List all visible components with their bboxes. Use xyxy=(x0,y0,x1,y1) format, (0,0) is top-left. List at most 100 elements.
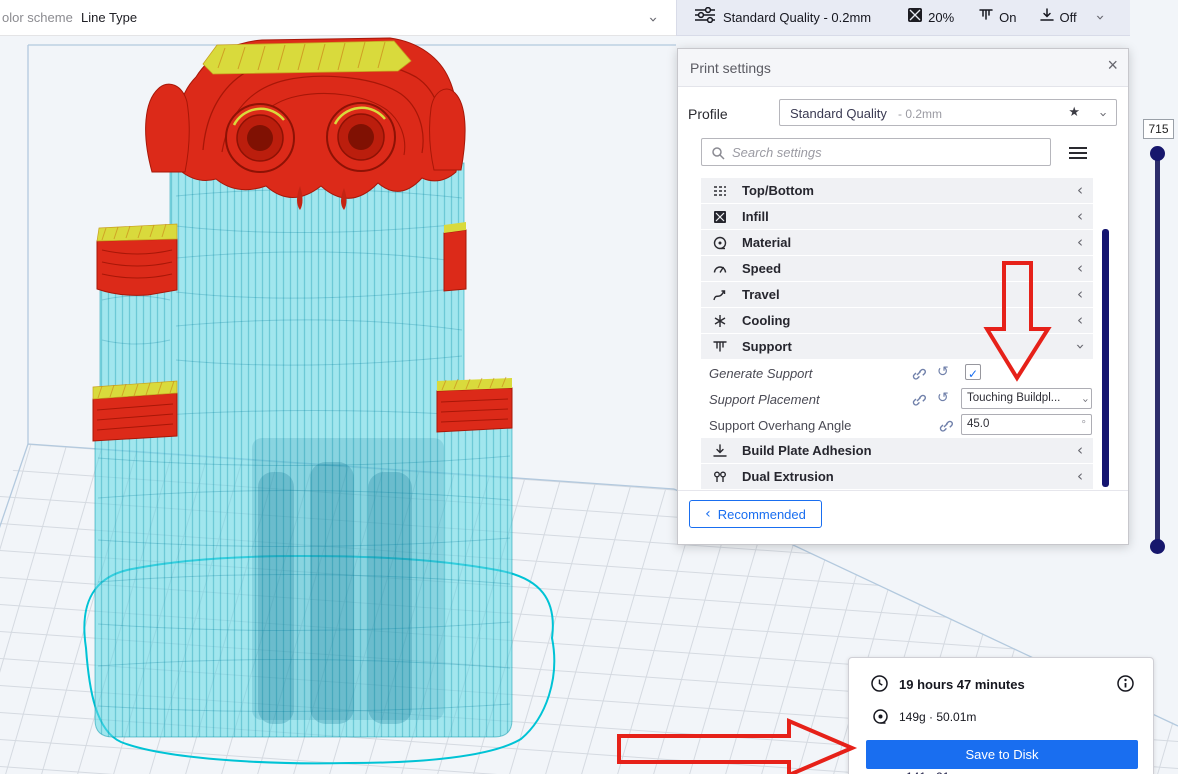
setting-label: Generate Support xyxy=(709,366,813,381)
cooling-icon xyxy=(711,313,729,329)
setting-label: Support Placement xyxy=(709,392,820,407)
travel-icon xyxy=(711,287,729,303)
material-usage-estimate: 149g · 50.01m xyxy=(899,710,977,724)
category-top-bottom[interactable]: Top/Bottom ‹ xyxy=(701,178,1093,203)
layer-slider-track[interactable] xyxy=(1155,150,1160,549)
info-icon[interactable] xyxy=(1116,674,1135,698)
category-travel[interactable]: Travel ‹ xyxy=(701,282,1093,307)
recommended-mode-button[interactable]: ‹ Recommended xyxy=(689,500,822,528)
category-label: Infill xyxy=(742,209,769,224)
category-material[interactable]: Material ‹ xyxy=(701,230,1093,255)
search-icon xyxy=(712,147,725,160)
setting-support-overhang-angle: Support Overhang Angle 45.0 ° xyxy=(701,412,1093,438)
adhesion-icon xyxy=(711,443,729,459)
category-label: Support xyxy=(742,339,792,354)
top-bottom-icon xyxy=(711,183,729,199)
material-spool-icon xyxy=(872,708,889,730)
chevron-down-icon: ‹ xyxy=(1095,111,1111,118)
settings-scrollbar[interactable] xyxy=(1102,229,1109,487)
layer-slider-handle-bottom[interactable] xyxy=(1150,539,1165,554)
layer-number-input[interactable]: 715 xyxy=(1143,119,1174,139)
infill-icon xyxy=(907,7,923,28)
support-placement-dropdown[interactable]: Touching Buildpl... ‹ xyxy=(961,388,1092,409)
chevron-left-icon: ‹ xyxy=(1077,441,1083,459)
setting-support-placement: Support Placement ↺ Touching Buildpl... … xyxy=(701,386,1093,412)
search-settings-box[interactable] xyxy=(701,138,1051,166)
support-placement-value: Touching Buildpl... xyxy=(967,392,1061,404)
reset-icon[interactable]: ↺ xyxy=(937,390,949,406)
layer-slider-handle-top[interactable] xyxy=(1150,146,1165,161)
chevron-left-icon: ‹ xyxy=(1077,181,1083,199)
close-icon[interactable]: × xyxy=(1107,55,1118,76)
color-scheme-dropdown[interactable]: olor scheme Line Type ‹ xyxy=(0,0,676,36)
save-to-disk-button[interactable]: Save to Disk xyxy=(866,740,1138,769)
chevron-left-icon: ‹ xyxy=(1077,207,1083,225)
chevron-left-icon: ‹ xyxy=(1077,311,1083,329)
setting-generate-support: Generate Support ↺ ✓ xyxy=(701,360,1093,386)
reset-icon[interactable]: ↺ xyxy=(937,364,949,380)
active-profile-label: Standard Quality - 0.2mm xyxy=(723,10,872,25)
category-label: Dual Extrusion xyxy=(742,469,834,484)
speed-icon xyxy=(711,261,729,277)
view-mode-value: Line Type xyxy=(81,10,138,25)
panel-footer-divider xyxy=(678,490,1128,491)
dual-extrusion-icon xyxy=(711,469,729,485)
print-settings-summary-bar[interactable]: Standard Quality - 0.2mm 20% On Off ‹ xyxy=(676,0,1130,36)
settings-menu-icon[interactable] xyxy=(1069,146,1087,165)
color-scheme-label: olor scheme xyxy=(2,10,73,25)
category-label: Cooling xyxy=(742,313,791,328)
print-settings-panel: Print settings × Profile Standard Qualit… xyxy=(677,48,1129,545)
profile-label: Profile xyxy=(688,106,728,122)
print-job-summary-card: 19 hours 47 minutes 149g · 50.01m Save t… xyxy=(848,657,1154,774)
recommended-label: Recommended xyxy=(717,506,806,522)
overhang-angle-value: 45.0 xyxy=(967,418,990,430)
support-icon xyxy=(711,339,729,355)
chevron-left-icon: ‹ xyxy=(705,506,711,522)
category-label: Speed xyxy=(742,261,782,276)
model-silhouette xyxy=(252,438,444,724)
category-speed[interactable]: Speed ‹ xyxy=(701,256,1093,281)
infill-percent-label: 20% xyxy=(928,10,955,25)
search-input[interactable] xyxy=(732,140,1044,164)
panel-title: Print settings xyxy=(690,60,771,76)
degree-unit: ° xyxy=(1081,419,1086,431)
chevron-down-icon: ‹ xyxy=(1090,14,1109,21)
category-build-plate-adhesion[interactable]: Build Plate Adhesion ‹ xyxy=(701,438,1093,463)
chevron-down-icon: ‹ xyxy=(1078,398,1092,403)
setting-label: Support Overhang Angle xyxy=(709,418,852,433)
category-infill[interactable]: Infill ‹ xyxy=(701,204,1093,229)
category-label: Material xyxy=(742,235,792,250)
category-label: Build Plate Adhesion xyxy=(742,443,872,458)
category-label: Travel xyxy=(742,287,780,302)
clipped-bottom-text: 141 : 21 mm xyxy=(906,770,973,774)
checkmark-icon: ✓ xyxy=(967,367,979,381)
profile-detail: - 0.2mm xyxy=(898,107,943,121)
category-label: Top/Bottom xyxy=(742,183,814,198)
panel-header: Print settings × xyxy=(678,49,1128,87)
infill-icon xyxy=(711,209,729,225)
category-cooling[interactable]: Cooling ‹ xyxy=(701,308,1093,333)
overhang-angle-input[interactable]: 45.0 ° xyxy=(961,414,1092,435)
profile-dropdown[interactable]: Standard Quality - 0.2mm ★ ‹ xyxy=(779,99,1117,126)
chevron-left-icon: ‹ xyxy=(1077,467,1083,485)
generate-support-checkbox[interactable]: ✓ xyxy=(965,364,981,381)
category-support[interactable]: Support ‹ xyxy=(701,334,1093,359)
link-icon[interactable] xyxy=(938,418,953,438)
adhesion-state-label: Off xyxy=(1059,10,1077,25)
support-icon xyxy=(978,7,994,28)
chevron-down-icon: ‹ xyxy=(1070,343,1089,350)
adhesion-icon xyxy=(1039,7,1055,28)
print-time-estimate: 19 hours 47 minutes xyxy=(899,677,1025,692)
chevron-left-icon: ‹ xyxy=(1077,259,1083,277)
clock-icon xyxy=(870,674,889,698)
star-icon: ★ xyxy=(1068,105,1080,120)
material-icon xyxy=(711,235,729,251)
settings-category-list: Top/Bottom ‹ Infill ‹ Material ‹ Speed ‹… xyxy=(701,178,1093,490)
profile-name: Standard Quality xyxy=(790,106,887,121)
link-icon[interactable] xyxy=(911,392,926,412)
link-icon[interactable] xyxy=(911,366,926,386)
category-dual-extrusion[interactable]: Dual Extrusion ‹ xyxy=(701,464,1093,489)
chevron-left-icon: ‹ xyxy=(1077,285,1083,303)
tune-icon xyxy=(695,6,715,28)
support-state-label: On xyxy=(999,10,1017,25)
